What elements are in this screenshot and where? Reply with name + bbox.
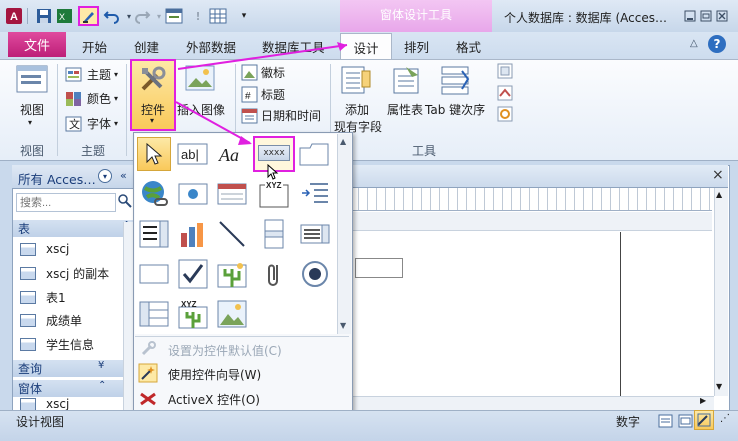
form-view-icon[interactable] [658, 413, 674, 432]
status-num-lock: 数字 [616, 415, 641, 429]
status-resize-icon[interactable]: ⋰ [720, 413, 730, 424]
status-view-label: 设计视图 [16, 415, 65, 429]
design-view-icon[interactable] [694, 410, 714, 430]
layout-view-icon[interactable] [678, 413, 694, 432]
annotation-arrows [175, 42, 348, 145]
arrow-to-design-tab [177, 42, 348, 70]
arrow-to-button-control [175, 101, 252, 145]
